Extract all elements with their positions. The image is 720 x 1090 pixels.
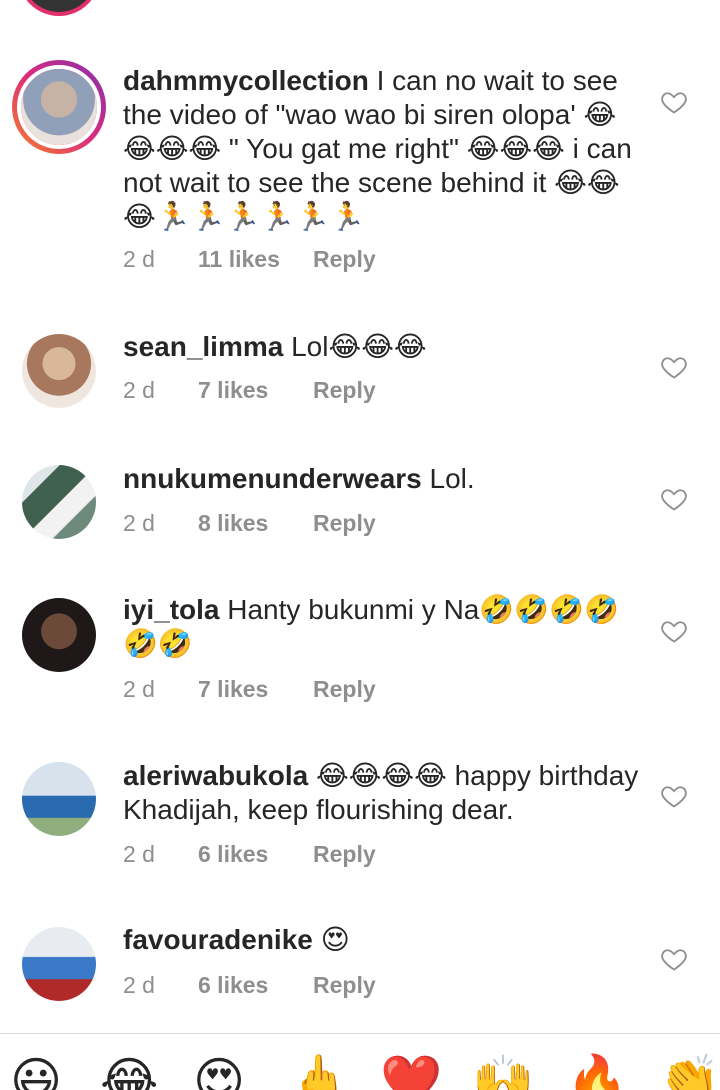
avatar[interactable] [22,465,96,539]
fire-emoji-icon[interactable]: 🔥 [566,1056,628,1090]
reply-button[interactable]: Reply [313,972,376,999]
middle-finger-emoji-icon[interactable]: 🖕 [288,1056,350,1090]
comment-likes[interactable]: 8 likes [198,510,313,537]
comment-text: dahmmycollection I can no wait to see th… [123,64,643,234]
avatar[interactable] [22,598,96,672]
comment-body: 😍 [312,924,350,955]
comment-likes[interactable]: 7 likes [198,377,313,404]
comment-username[interactable]: sean_limma [123,331,283,362]
avatar[interactable] [22,927,96,1001]
comment-meta: 2 d 7 likes Reply [123,676,376,703]
reply-button[interactable]: Reply [313,246,376,273]
comment-username[interactable]: nnukumenunderwears [123,463,422,494]
comment-text: favouradenike 😍 [123,923,643,957]
comment-username[interactable]: dahmmycollection [123,65,369,96]
heart-eyes-emoji-icon[interactable]: 😍 [193,1056,245,1090]
like-heart-icon[interactable] [660,945,688,973]
avatar-image [22,598,96,672]
comment-meta: 2 d 11 likes Reply [123,246,376,273]
smile-emoji-icon[interactable]: 😃 [10,1056,62,1090]
reply-button[interactable]: Reply [313,676,376,703]
comment-text: iyi_tola Hanty bukunmi y Na🤣🤣🤣🤣🤣🤣 [123,593,643,661]
like-heart-icon[interactable] [660,485,688,513]
comment-text: sean_limma Lol😂😂😂 [123,330,643,364]
comment-text: aleriwabukola 😂😂😂😂 happy birthday Khadij… [123,759,643,827]
clapping-hands-emoji-icon[interactable]: 👏 [658,1056,720,1090]
comment-time: 2 d [123,377,155,403]
like-heart-icon[interactable] [660,353,688,381]
comment-username[interactable]: iyi_tola [123,594,219,625]
comment-time: 2 d [123,972,155,998]
like-heart-icon[interactable] [660,782,688,810]
avatar-image [21,69,97,145]
comment-likes[interactable]: 11 likes [198,246,313,273]
comment-username[interactable]: aleriwabukola [123,760,308,791]
comment-time: 2 d [123,841,155,867]
avatar-image [22,762,96,836]
reply-button[interactable]: Reply [313,377,376,404]
comment-body: Lol😂😂😂 [283,331,427,362]
avatar[interactable] [22,762,96,836]
avatar-image [22,465,96,539]
avatar[interactable] [22,334,96,408]
comment-meta: 2 d 6 likes Reply [123,841,376,868]
tears-of-joy-emoji-icon[interactable]: 😂 [100,1056,158,1090]
comment-meta: 2 d 7 likes Reply [123,377,376,404]
like-heart-icon[interactable] [660,88,688,116]
comment-time: 2 d [123,510,155,536]
comment-text: nnukumenunderwears Lol. [123,462,643,496]
comment-time: 2 d [123,246,155,272]
avatar-image [22,927,96,1001]
reply-button[interactable]: Reply [313,510,376,537]
emoji-quick-bar: 😃 😂 😍 🖕 ❤️ 🙌 🔥 👏 [0,1033,720,1090]
avatar[interactable] [18,0,100,16]
like-heart-icon[interactable] [660,617,688,645]
comment-likes[interactable]: 6 likes [198,972,313,999]
raised-hands-emoji-icon[interactable]: 🙌 [472,1056,534,1090]
avatar[interactable] [12,60,106,154]
comment-body: Lol. [421,463,475,494]
comment-username[interactable]: favouradenike [123,924,313,955]
comment-likes[interactable]: 7 likes [198,676,313,703]
comment-meta: 2 d 6 likes Reply [123,972,376,999]
comment-likes[interactable]: 6 likes [198,841,313,868]
previous-comment-partial [0,0,720,16]
red-heart-emoji-icon[interactable]: ❤️ [380,1056,442,1090]
comment-time: 2 d [123,676,155,702]
avatar-image [22,334,96,408]
reply-button[interactable]: Reply [313,841,376,868]
comment-meta: 2 d 8 likes Reply [123,510,376,537]
